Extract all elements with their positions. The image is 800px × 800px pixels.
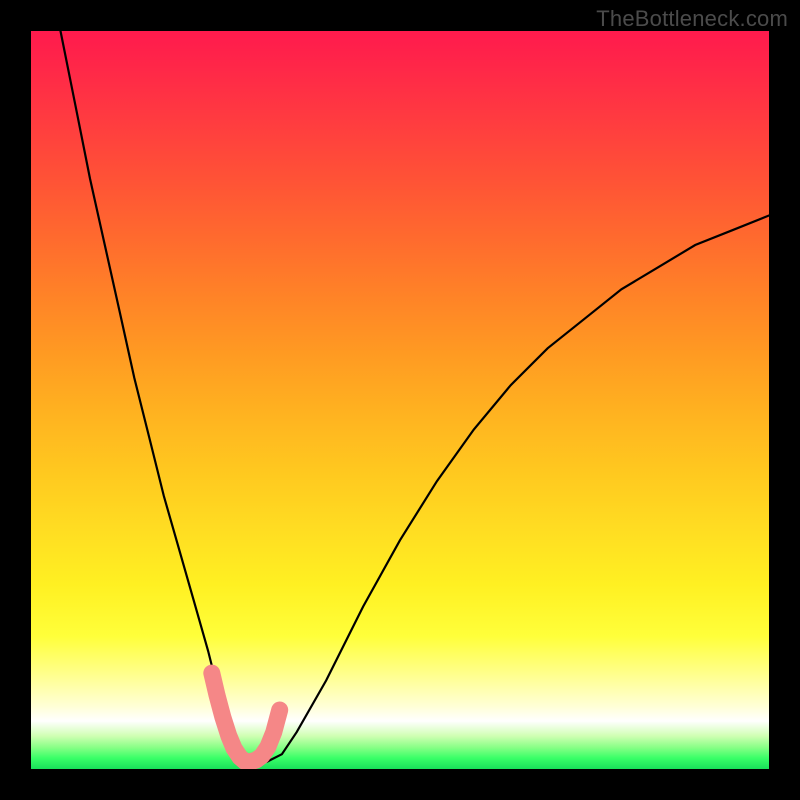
watermark-text: TheBottleneck.com [596, 6, 788, 32]
chart-frame: TheBottleneck.com [0, 0, 800, 800]
plot-area [31, 31, 769, 769]
bottleneck-curve [61, 31, 770, 762]
near-minimum-accent [212, 673, 280, 762]
curve-layer [31, 31, 769, 769]
